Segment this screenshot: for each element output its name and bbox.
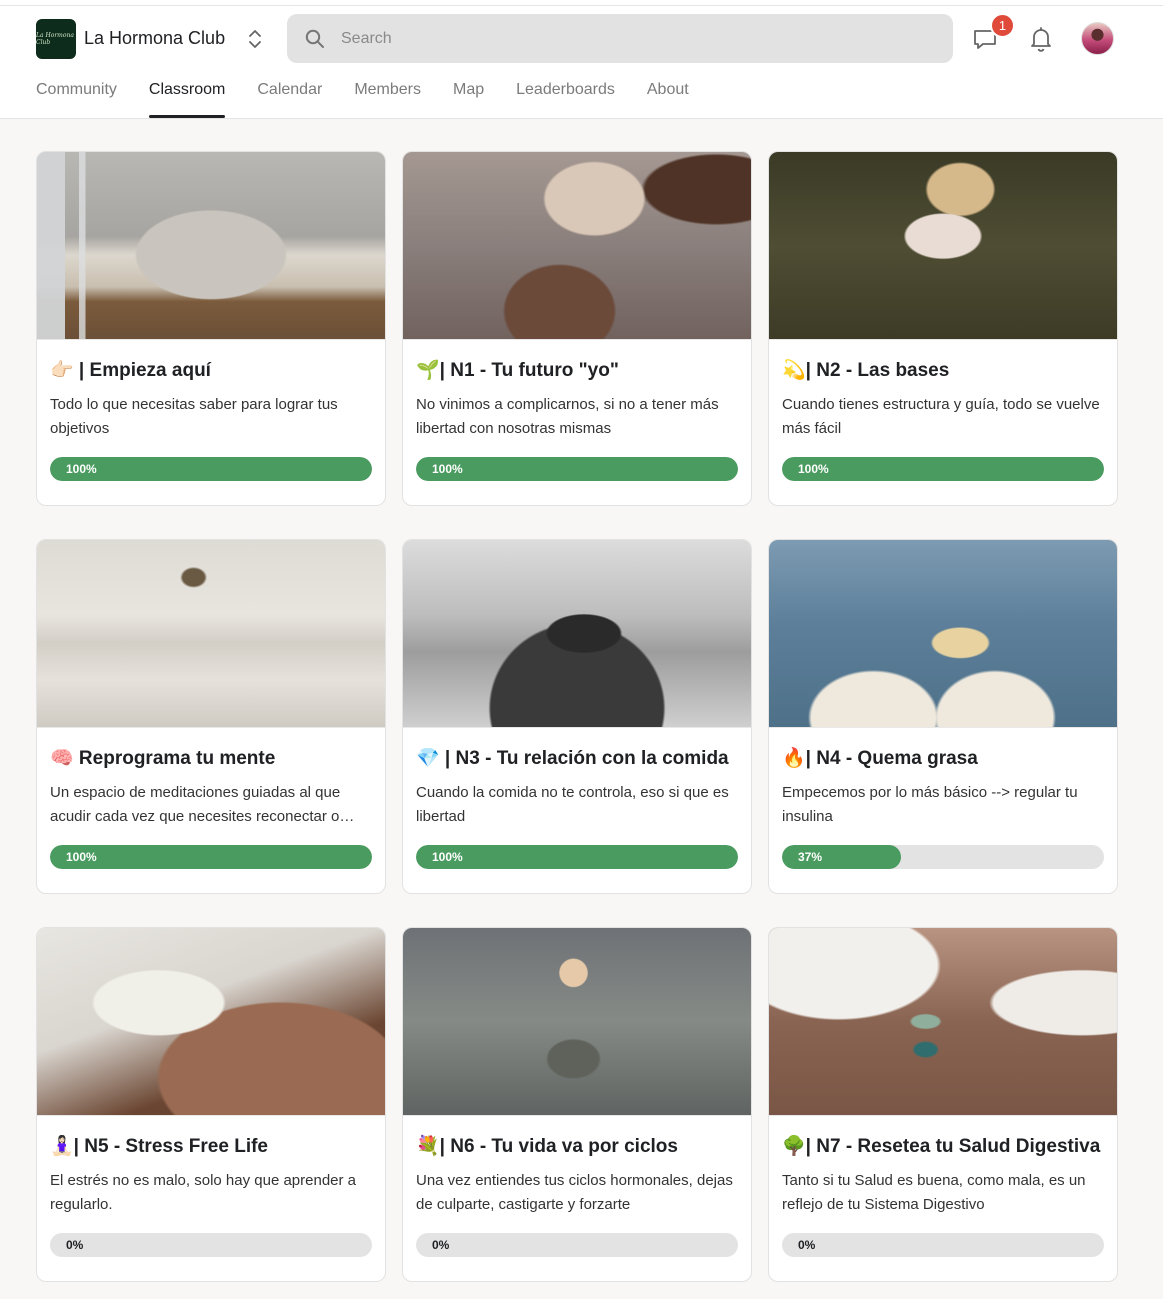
course-description: Todo lo que necesitas saber para lograr … (50, 396, 338, 437)
progress-label: 100% (66, 850, 97, 864)
course-card[interactable]: 🔥| N4 - Quema grasa Empecemos por lo más … (768, 539, 1118, 894)
course-title[interactable]: 💎 | N3 - Tu relación con la comida (416, 746, 729, 770)
course-card[interactable]: 🧠 Reprograma tu mente Un espacio de medit… (36, 539, 386, 894)
progress-bar: 0% (50, 1233, 372, 1257)
course-thumbnail-silhouette-holding-moon[interactable] (403, 928, 751, 1116)
progress-label: 100% (432, 462, 463, 476)
progress-label: 100% (798, 462, 829, 476)
progress-label: 100% (66, 462, 97, 476)
progress-bar: 100% (416, 457, 738, 481)
course-description: Cuando la comida no te controla, eso si … (416, 784, 729, 825)
club-logo[interactable]: La Hormona Club (36, 19, 76, 59)
bell-icon[interactable] (1028, 25, 1054, 53)
course-title[interactable]: 🌳| N7 - Resetea tu Salud Digestiva (782, 1134, 1100, 1158)
search-bar[interactable] (287, 14, 953, 63)
course-title[interactable]: 🧠 Reprograma tu mente (50, 746, 275, 770)
tab-map[interactable]: Map (453, 78, 484, 119)
tab-leaderboards[interactable]: Leaderboards (516, 78, 615, 119)
club-name[interactable]: La Hormona Club (84, 28, 225, 49)
chat-badge: 1 (990, 13, 1015, 38)
course-card[interactable]: 💫| N2 - Las bases Cuando tienes estructur… (768, 151, 1118, 506)
progress-fill (416, 457, 738, 481)
progress-label: 0% (432, 1238, 450, 1252)
course-title[interactable]: 🔥| N4 - Quema grasa (782, 746, 978, 770)
progress-label: 0% (798, 1238, 816, 1252)
course-title[interactable]: 🧘🏻‍♀️| N5 - Stress Free Life (50, 1134, 268, 1158)
course-description: Tanto si tu Salud es buena, como mala, e… (782, 1172, 1086, 1213)
header: La Hormona Club La Hormona Club 1 Commun… (0, 6, 1163, 119)
course-description: Un espacio de meditaciones guiadas al qu… (50, 784, 355, 825)
avatar[interactable] (1081, 22, 1114, 55)
course-grid: 👉🏻 | Empieza aquí Todo lo que necesitas s… (36, 151, 1118, 1282)
course-thumbnail-meditation-room[interactable] (37, 540, 385, 728)
course-card[interactable]: 🌳| N7 - Resetea tu Salud Digestiva Tanto … (768, 927, 1118, 1282)
course-thumbnail-pasta-by-the-sea[interactable] (769, 540, 1117, 728)
tab-members[interactable]: Members (354, 78, 421, 119)
progress-fill (50, 457, 372, 481)
progress-bar: 100% (416, 845, 738, 869)
progress-label: 37% (798, 850, 823, 864)
course-title[interactable]: 💐| N6 - Tu vida va por ciclos (416, 1134, 678, 1158)
progress-bar: 37% (782, 845, 1104, 869)
progress-fill (416, 845, 738, 869)
tab-classroom[interactable]: Classroom (148, 78, 226, 119)
course-card[interactable]: 🧘🏻‍♀️| N5 - Stress Free Life El estrés no… (36, 927, 386, 1282)
progress-bar: 100% (50, 457, 372, 481)
course-thumbnail-double-exposure-woman-silhouette[interactable] (403, 540, 751, 728)
course-description: Cuando tienes estructura y guía, todo se… (782, 396, 1100, 437)
tab-about[interactable]: About (647, 78, 689, 119)
course-description: Empecemos por lo más básico --> regular … (782, 784, 1078, 825)
course-card[interactable]: 💎 | N3 - Tu relación con la comida Cuando… (402, 539, 752, 894)
course-card[interactable]: 🌱| N1 - Tu futuro "yo" No vinimos a compl… (402, 151, 752, 506)
search-input[interactable] (341, 29, 901, 48)
course-title[interactable]: 💫| N2 - Las bases (782, 358, 949, 382)
progress-fill (782, 457, 1104, 481)
tab-community[interactable]: Community (36, 78, 117, 119)
course-thumbnail-white-flowers-on-shoulder[interactable] (37, 928, 385, 1116)
chevron-updown-icon[interactable] (244, 25, 266, 53)
course-thumbnail-hands-pouring-from-shell[interactable] (403, 152, 751, 340)
progress-bar: 0% (416, 1233, 738, 1257)
main-nav: Community Classroom Calendar Members Map Lead… (36, 78, 721, 119)
progress-bar: 100% (50, 845, 372, 869)
course-thumbnail-crystals-on-belly[interactable] (769, 928, 1117, 1116)
course-card[interactable]: 💐| N6 - Tu vida va por ciclos Una vez ent… (402, 927, 752, 1282)
progress-label: 100% (432, 850, 463, 864)
course-title[interactable]: 👉🏻 | Empieza aquí (50, 358, 211, 382)
course-thumbnail-woman-reading-on-sofa[interactable] (37, 152, 385, 340)
course-thumbnail-woman-holding-flowers-in-field[interactable] (769, 152, 1117, 340)
tab-calendar[interactable]: Calendar (257, 78, 322, 119)
progress-bar: 100% (782, 457, 1104, 481)
course-card[interactable]: 👉🏻 | Empieza aquí Todo lo que necesitas s… (36, 151, 386, 506)
progress-bar: 0% (782, 1233, 1104, 1257)
course-description: El estrés no es malo, solo hay que apren… (50, 1172, 357, 1213)
progress-fill (50, 845, 372, 869)
progress-label: 0% (66, 1238, 84, 1252)
course-description: No vinimos a complicarnos, si no a tener… (416, 396, 719, 437)
search-icon (305, 29, 324, 48)
course-title[interactable]: 🌱| N1 - Tu futuro "yo" (416, 358, 619, 382)
course-description: Una vez entiendes tus ciclos hormonales,… (416, 1172, 733, 1213)
